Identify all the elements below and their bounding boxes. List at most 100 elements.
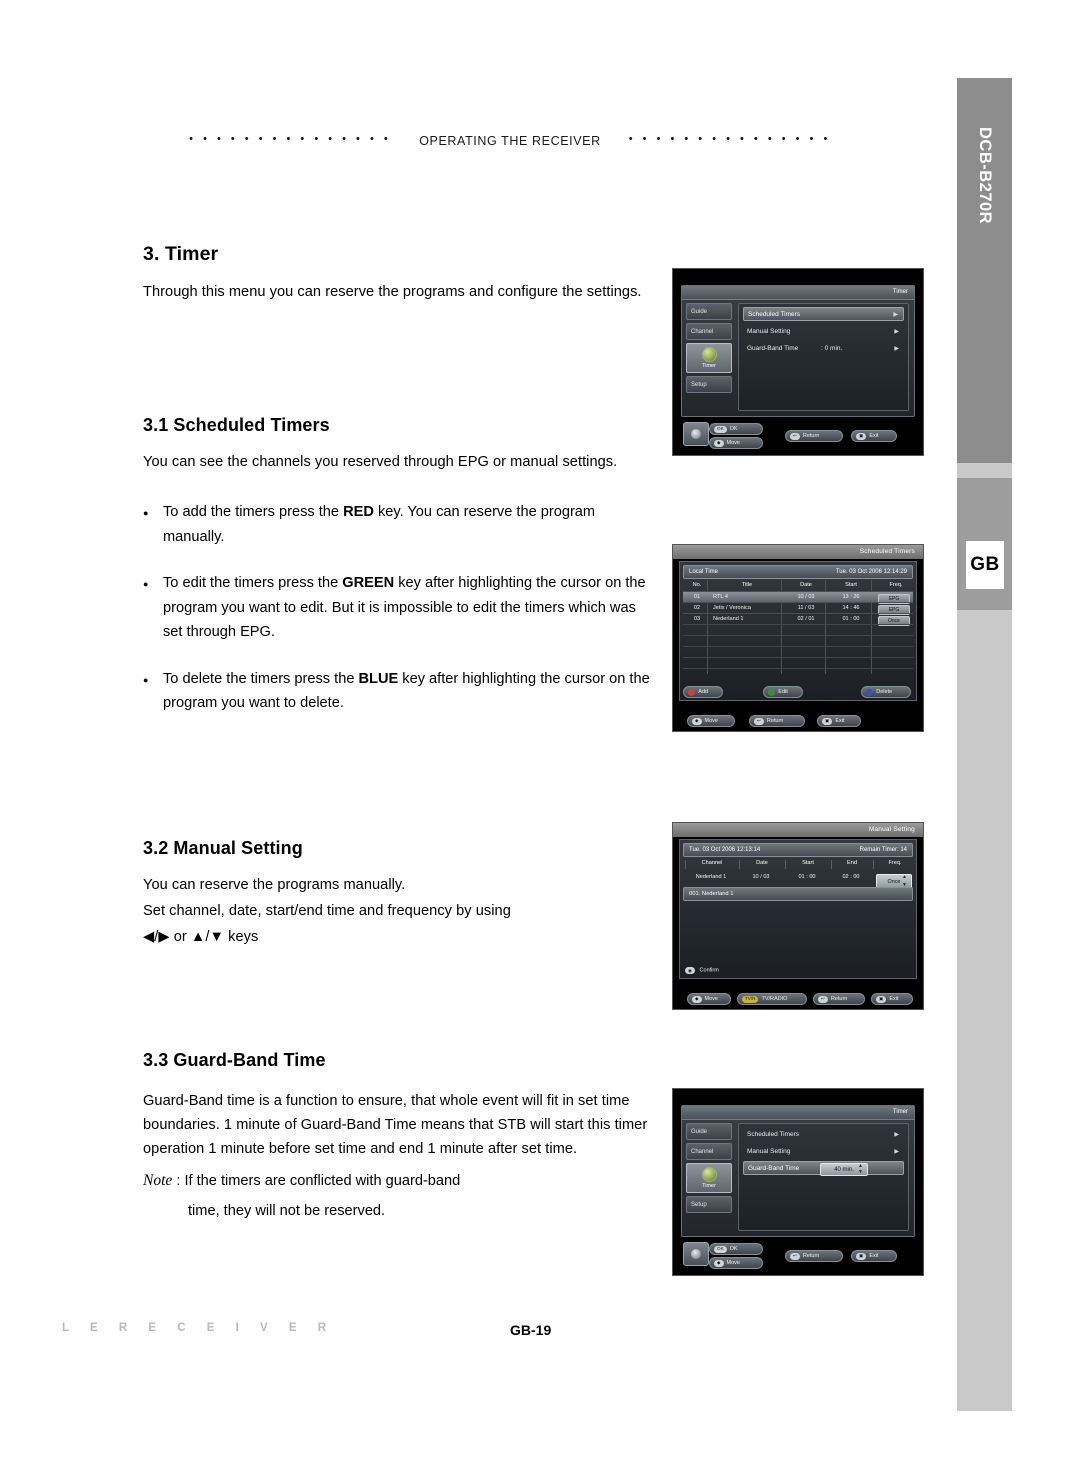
- sidebar-item-timer[interactable]: Timer: [686, 1163, 732, 1193]
- nav-label: OK: [729, 1246, 738, 1252]
- action-label: Add: [698, 689, 709, 695]
- confirm-label: Confirm: [699, 967, 719, 974]
- menu-item-scheduled-timers[interactable]: Scheduled Timers ▶: [743, 307, 904, 321]
- nav-exit-button[interactable]: ▣ Exit: [851, 1250, 897, 1262]
- cell-channel[interactable]: Nederland 1: [685, 874, 737, 880]
- sidebar-item-setup[interactable]: Setup: [686, 376, 732, 393]
- nav-return-button[interactable]: ↩ Return: [749, 715, 805, 727]
- nav-return-button[interactable]: ↩ Return: [785, 1250, 843, 1262]
- note-label: Note: [143, 1172, 173, 1189]
- osd-guard-band: Timer Guide Channel Timer Setup Schedule…: [673, 1089, 923, 1275]
- tvradio-key-badge: TV/R: [742, 995, 759, 1003]
- sidebar-item-label: Channel: [691, 328, 714, 335]
- sidebar-item-setup[interactable]: Setup: [686, 1196, 732, 1213]
- section-manual-heading: 3.2 Manual Setting: [143, 838, 303, 858]
- nav-label: Return: [802, 433, 820, 439]
- local-time-value: Tue. 03 Oct 2006 12:14:29: [835, 568, 907, 575]
- current-datetime: Tue. 03 Oct 2006 12:13:14: [689, 846, 761, 853]
- cell-end[interactable]: 02 : 00: [831, 874, 871, 880]
- arrows-key-badge: ◆: [714, 1259, 724, 1267]
- nav-label: Move: [726, 440, 740, 446]
- arrows-key-badge: ◆: [714, 439, 724, 447]
- page-header: • • • • • • • • • • • • • • • OPERATING …: [140, 130, 880, 152]
- nav-move-button[interactable]: ◆ Move: [709, 1257, 763, 1269]
- selected-channel-row[interactable]: 001. Nederland 1: [683, 887, 913, 901]
- sidebar-item-label: Setup: [691, 381, 707, 388]
- osd-manual-setting: Manual Setting Tue. 03 Oct 2006 12:13:14…: [673, 823, 923, 1009]
- nav-ok-button[interactable]: OK OK: [709, 423, 763, 435]
- green-key-badge: [768, 688, 776, 696]
- local-time-bar: Local Time Tue. 03 Oct 2006 12:14:29: [683, 565, 913, 579]
- cell-date[interactable]: 10 / 03: [739, 874, 783, 880]
- nav-label: Exit: [889, 996, 899, 1002]
- return-key-badge: ↩: [818, 995, 828, 1003]
- sidebar-item-guide[interactable]: Guide: [686, 303, 732, 320]
- confirm-key-badge: ◉: [685, 967, 696, 974]
- nav-exit-button[interactable]: ▣ Exit: [851, 430, 897, 442]
- chevron-right-icon: ▶: [893, 311, 898, 318]
- cell-start[interactable]: 01 : 00: [785, 874, 829, 880]
- note-text: If the timers are conflicted with guard-…: [184, 1173, 461, 1189]
- osd-window-title: Manual Setting: [868, 826, 915, 833]
- nav-tvradio-button[interactable]: TV/R TV/RADIO: [737, 993, 807, 1005]
- nav-exit-button[interactable]: ▣ Exit: [817, 715, 861, 727]
- nav-ok-button[interactable]: OK OK: [709, 1243, 763, 1255]
- menu-item-label: Guard-Band Time: [748, 1164, 800, 1172]
- section-scheduled-heading: 3.1 Scheduled Timers: [143, 415, 330, 435]
- table-row[interactable]: Nederland 1 10 / 03 01 : 00 02 : 00 Once…: [683, 870, 913, 889]
- column-header-title: Title: [741, 582, 753, 588]
- menu-window-title: Timer: [892, 289, 908, 295]
- nav-move-button[interactable]: ◆ Move: [709, 437, 763, 449]
- osd-topbar: Scheduled Timers: [673, 545, 923, 559]
- menu-item-manual-setting[interactable]: Manual Setting ▶: [743, 324, 904, 338]
- selected-channel-label: 001. Nederland 1: [689, 890, 734, 897]
- nav-move-button[interactable]: ◆ Move: [687, 993, 731, 1005]
- menu-titlebar: Timer: [682, 1106, 914, 1120]
- sidebar-item-timer[interactable]: Timer: [686, 343, 732, 373]
- nav-return-button[interactable]: ↩ Return: [813, 993, 865, 1005]
- column-header-date: Date: [800, 582, 812, 588]
- osd-window-title: Scheduled Timers: [859, 548, 915, 555]
- section-manual-body1: You can reserve the programs manually.: [143, 877, 406, 893]
- nav-return-button[interactable]: ↩ Return: [785, 430, 843, 442]
- bullet-text-pre: To add the timers press the: [163, 504, 344, 520]
- sidebar-item-channel[interactable]: Channel: [686, 1143, 732, 1160]
- section-timer-heading: 3. Timer: [143, 243, 219, 265]
- sidebar-item-channel[interactable]: Channel: [686, 323, 732, 340]
- menu-side-tabs: Guide Channel Timer Setup: [686, 1123, 732, 1216]
- chevron-down-icon[interactable]: ▼: [858, 1170, 863, 1175]
- sidebar-item-guide[interactable]: Guide: [686, 1123, 732, 1140]
- menu-item-guard-band-time[interactable]: Guard-Band Time 40 min. ▲ ▼: [743, 1161, 904, 1176]
- bullet-keyword: BLUE: [358, 670, 399, 687]
- menu-item-guard-band-time[interactable]: Guard-Band Time : 0 min. ▶: [743, 341, 904, 355]
- sidebar-item-label: Guide: [691, 1128, 708, 1135]
- menu-item-scheduled-timers[interactable]: Scheduled Timers ▶: [743, 1127, 904, 1141]
- chevron-up-icon[interactable]: ▲: [902, 875, 907, 880]
- menu-options-panel: Scheduled Timers ▶ Manual Setting ▶ Guar…: [738, 303, 909, 411]
- guard-band-value-selector[interactable]: 40 min. ▲ ▼: [820, 1163, 868, 1176]
- scheduled-timers-panel: Local Time Tue. 03 Oct 2006 12:14:29 No.…: [679, 561, 917, 701]
- note-block: Note : If the timers are conflicted with…: [143, 1169, 653, 1193]
- add-timer-button[interactable]: Add: [683, 686, 723, 698]
- section-manual-body2: Set channel, date, start/end time and fr…: [143, 903, 511, 919]
- nav-label: Return: [766, 718, 784, 724]
- menu-item-manual-setting[interactable]: Manual Setting ▶: [743, 1144, 904, 1158]
- ok-key-badge: OK: [714, 1245, 727, 1253]
- nav-move-button[interactable]: ◆ Move: [687, 715, 735, 727]
- remain-timer-value: : 14: [896, 846, 907, 853]
- sidebar-item-label: Guide: [691, 308, 708, 315]
- confirm-button[interactable]: ◉ Confirm: [685, 967, 719, 974]
- nav-exit-button[interactable]: ▣ Exit: [871, 993, 913, 1005]
- osd-scheduled-timers: Scheduled Timers Local Time Tue. 03 Oct …: [673, 545, 923, 731]
- nav-label: Exit: [835, 718, 845, 724]
- nav-label: Exit: [869, 1253, 879, 1259]
- sidebar-item-label: Channel: [691, 1148, 714, 1155]
- cell-title: Jetix / Veronica: [713, 605, 751, 611]
- edit-timer-button[interactable]: Edit: [763, 686, 803, 698]
- action-label: Delete: [876, 689, 893, 695]
- menu-options-panel: Scheduled Timers ▶ Manual Setting ▶ Guar…: [738, 1123, 909, 1231]
- delete-timer-button[interactable]: Delete: [861, 686, 911, 698]
- nav-label: TV/RADIO: [761, 996, 788, 1002]
- table-row[interactable]: [683, 668, 913, 680]
- menu-titlebar: Timer: [682, 286, 914, 300]
